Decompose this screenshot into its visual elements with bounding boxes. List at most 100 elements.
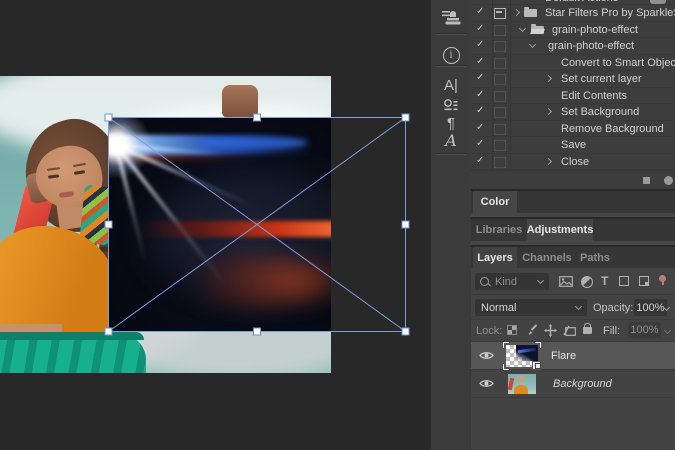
lock-transparent-pixels-icon[interactable] — [507, 325, 517, 335]
fill-label: Fill: — [603, 325, 620, 337]
blend-opacity-row: Normal Opacity: 100% — [471, 295, 675, 320]
modal-toggle-empty[interactable] — [494, 58, 506, 69]
transform-handle-top-left[interactable] — [105, 114, 112, 121]
action-row[interactable]: ✓ grain-photo-effect — [471, 38, 675, 55]
modal-toggle-empty[interactable] — [494, 140, 506, 151]
include-check-icon[interactable]: ✓ — [476, 39, 484, 50]
transform-handle-mid-left[interactable] — [105, 221, 112, 228]
opacity-dropdown-button[interactable] — [660, 299, 673, 316]
filter-toggle-icon[interactable] — [659, 275, 666, 282]
action-set-row[interactable]: ✓ grain-photo-effect — [471, 22, 675, 39]
include-check-icon[interactable]: ✓ — [476, 105, 484, 116]
lock-position-icon[interactable] — [544, 324, 557, 337]
action-step-row[interactable]: ✓ Convert to Smart Object — [471, 55, 675, 72]
layer-filter-row: Kind T — [471, 268, 675, 295]
tab-paths[interactable]: Paths — [575, 247, 615, 268]
info-panel-icon[interactable]: i — [431, 42, 471, 68]
blend-mode-dropdown[interactable]: Normal — [475, 299, 587, 316]
action-step-row[interactable]: ✓ Remove Background — [471, 121, 675, 138]
visibility-eye-icon[interactable] — [479, 350, 494, 361]
layer-name[interactable]: Flare — [551, 350, 576, 362]
tab-adjustments[interactable]: Adjustments — [527, 219, 593, 241]
flare-layer-thumbnail[interactable] — [506, 345, 538, 367]
collapse-chevron-icon[interactable] — [519, 24, 526, 31]
include-check-icon[interactable]: ✓ — [476, 56, 484, 67]
action-set-row[interactable]: ✓ Star Filters Pro by SparkleStock (P — [471, 5, 675, 22]
include-check-icon[interactable]: ✓ — [476, 89, 484, 100]
tab-layers[interactable]: Layers — [473, 247, 517, 268]
transform-handle-top-center[interactable] — [254, 114, 261, 121]
modal-toggle-empty[interactable] — [494, 124, 506, 135]
lock-artboard-icon[interactable] — [563, 325, 576, 336]
fill-dropdown-button[interactable] — [661, 322, 673, 338]
chevron-down-icon — [537, 277, 544, 284]
transform-handle-bottom-right[interactable] — [402, 328, 409, 335]
dock-separator — [436, 66, 466, 67]
fill-value: 100% — [630, 324, 658, 336]
transform-bounding-box — [104, 113, 410, 336]
filter-shape-layers-icon[interactable] — [619, 276, 629, 286]
layer-row-flare[interactable]: Flare — [471, 342, 675, 370]
open-folder-icon — [531, 26, 544, 34]
tab-channels[interactable]: Channels — [519, 247, 575, 268]
fill-value-field[interactable]: 100% — [628, 322, 661, 338]
background-layer-thumbnail[interactable] — [508, 374, 536, 394]
lock-label: Lock: — [476, 325, 502, 337]
layer-name[interactable]: Background — [553, 378, 612, 390]
filter-smart-objects-icon[interactable] — [639, 276, 649, 286]
include-check-icon[interactable]: ✓ — [476, 6, 484, 17]
layer-row-background[interactable]: Background — [471, 370, 675, 398]
filter-kind-label: Kind — [495, 276, 517, 288]
include-check-icon[interactable]: ✓ — [476, 155, 484, 166]
action-step-row[interactable]: ✓ Close — [471, 154, 675, 171]
modal-toggle-empty[interactable] — [494, 157, 506, 168]
italic-a-icon: A — [445, 133, 457, 149]
modal-toggle-empty[interactable] — [494, 91, 506, 102]
tool-presets-panel-icon[interactable] — [431, 6, 471, 32]
modal-toggle-empty[interactable] — [494, 74, 506, 85]
canvas-pasteboard[interactable] — [0, 0, 430, 450]
filter-kind-dropdown[interactable]: Kind — [475, 273, 549, 290]
modal-dialog-toggle-icon[interactable] — [494, 8, 506, 19]
filter-type-layers-icon[interactable]: T — [601, 274, 608, 288]
tab-label: Layers — [477, 252, 512, 264]
include-check-icon[interactable]: ✓ — [476, 122, 484, 133]
transform-handle-bottom-center[interactable] — [254, 328, 261, 335]
action-label: grain-photo-effect — [548, 40, 634, 52]
action-step-row[interactable]: ✓ Set Background — [471, 104, 675, 121]
modal-toggle-empty[interactable] — [494, 107, 506, 118]
chevron-down-icon — [663, 326, 670, 333]
action-step-label: Set Background — [561, 106, 639, 118]
stop-recording-button[interactable] — [643, 177, 650, 184]
tab-libraries[interactable]: Libraries — [473, 219, 525, 241]
tab-color[interactable]: Color — [473, 191, 517, 213]
expand-chevron-icon[interactable] — [513, 9, 520, 16]
filter-pixel-layers-icon[interactable] — [559, 276, 573, 287]
expand-chevron-icon[interactable] — [545, 157, 552, 164]
include-check-icon[interactable]: ✓ — [476, 72, 484, 83]
action-step-row[interactable]: ✓ Edit Contents — [471, 88, 675, 105]
include-check-icon[interactable]: ✓ — [476, 138, 484, 149]
character-styles-panel-icon[interactable]: A — [431, 128, 471, 154]
stamp-icon — [441, 9, 461, 29]
filter-adjustment-layers-icon[interactable] — [581, 276, 593, 288]
transform-handle-mid-right[interactable] — [402, 221, 409, 228]
modal-toggle-empty[interactable] — [494, 41, 506, 52]
lock-image-pixels-icon[interactable] — [526, 324, 538, 336]
transform-handle-top-right[interactable] — [402, 114, 409, 121]
collapse-chevron-icon[interactable] — [529, 41, 536, 48]
record-button[interactable] — [664, 176, 673, 185]
expand-chevron-icon[interactable] — [545, 108, 552, 115]
action-step-label: Close — [561, 156, 589, 168]
transform-handle-bottom-left[interactable] — [105, 328, 112, 335]
action-step-row[interactable]: ✓ Set current layer — [471, 71, 675, 88]
scrollbar-thumb-fragment[interactable] — [650, 0, 666, 4]
expand-chevron-icon[interactable] — [545, 75, 552, 82]
action-step-row[interactable]: ✓ Save — [471, 137, 675, 154]
modal-toggle-empty[interactable] — [494, 25, 506, 36]
include-check-icon[interactable]: ✓ — [476, 23, 484, 34]
lock-all-icon[interactable] — [583, 323, 592, 334]
photoshop-workspace: i A| ¶ A Default — [0, 0, 675, 450]
info-icon: i — [443, 47, 460, 64]
visibility-eye-icon[interactable] — [479, 378, 494, 389]
